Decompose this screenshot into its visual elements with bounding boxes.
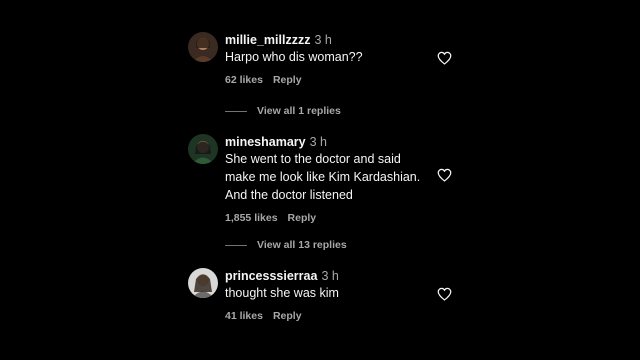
view-replies-button[interactable]: View all 1 replies <box>225 105 341 117</box>
comment-username[interactable]: mineshamary <box>225 135 306 149</box>
comment-text: Harpo who dis woman?? <box>225 50 363 64</box>
comment-text: She went to the doctor and said make me … <box>225 152 421 202</box>
heart-outline-icon[interactable] <box>437 51 452 65</box>
view-replies-label: View all 1 replies <box>257 105 341 117</box>
divider-line <box>225 244 247 246</box>
comment-username[interactable]: princesssierraa <box>225 269 317 283</box>
avatar[interactable] <box>188 134 218 164</box>
comment-timestamp: 3 h <box>321 269 339 283</box>
comment-timestamp: 3 h <box>309 135 327 149</box>
avatar[interactable] <box>188 268 218 298</box>
heart-outline-icon[interactable] <box>437 287 452 301</box>
likes-count[interactable]: 1,855 likes <box>225 212 278 224</box>
reply-button[interactable]: Reply <box>288 212 317 224</box>
view-replies-button[interactable]: View all 13 replies <box>225 239 347 251</box>
heart-outline-icon[interactable] <box>437 168 452 182</box>
comment-username[interactable]: millie_millzzzz <box>225 33 310 47</box>
likes-count[interactable]: 41 likes <box>225 310 263 322</box>
avatar[interactable] <box>188 32 218 62</box>
comment-timestamp: 3 h <box>314 33 332 47</box>
likes-count[interactable]: 62 likes <box>225 74 263 86</box>
view-replies-label: View all 13 replies <box>257 239 347 251</box>
divider-line <box>225 110 247 112</box>
reply-button[interactable]: Reply <box>273 310 302 322</box>
comment-text: thought she was kim <box>225 286 339 300</box>
reply-button[interactable]: Reply <box>273 74 302 86</box>
